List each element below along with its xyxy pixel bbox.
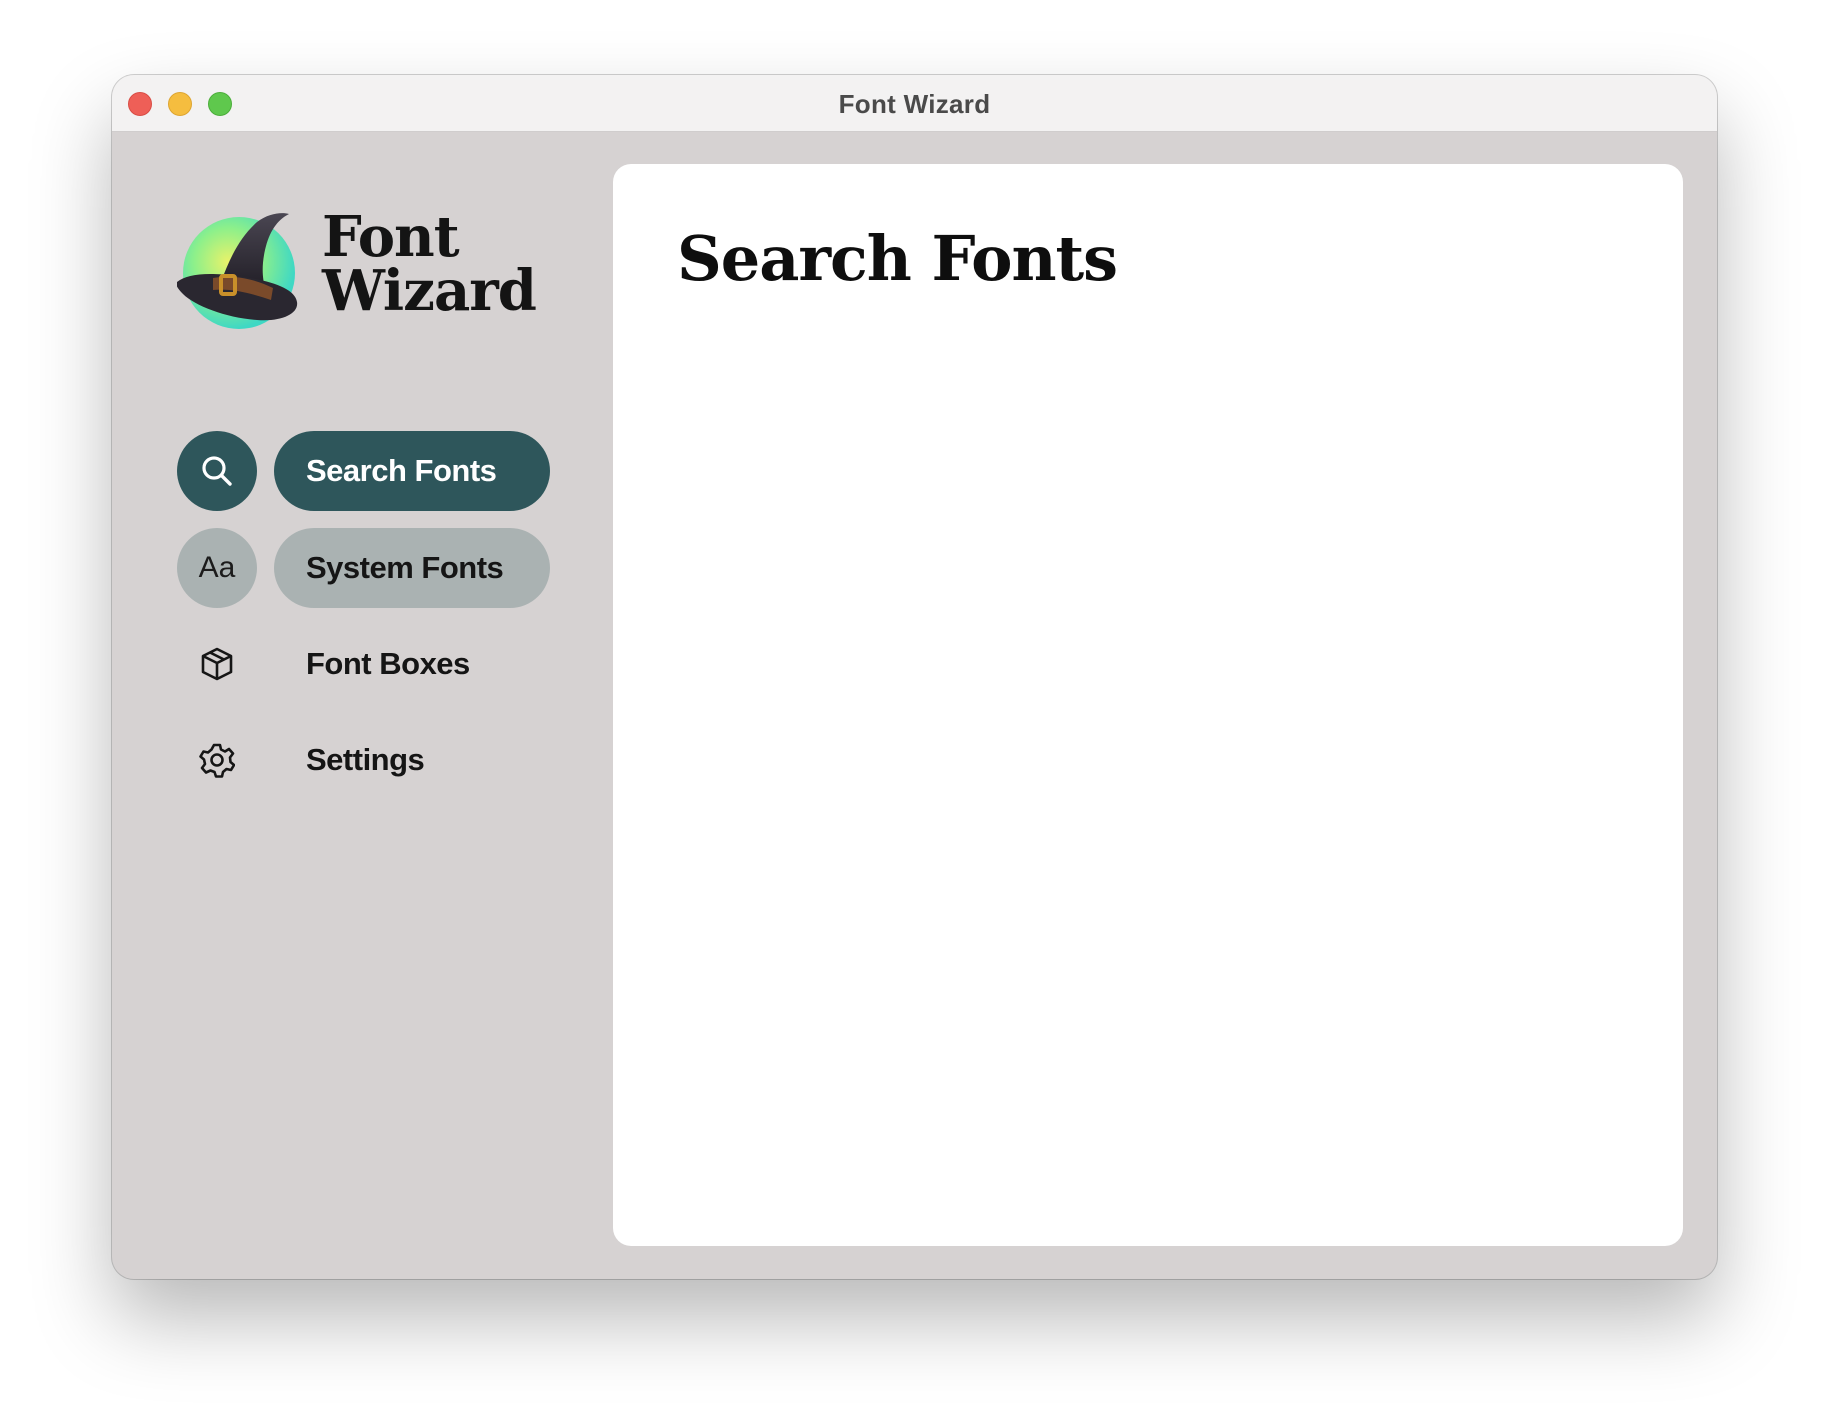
sidebar-item-label[interactable]: Settings <box>274 720 550 800</box>
sidebar-item-settings[interactable]: Settings <box>177 720 557 800</box>
sidebar-item-system-fonts[interactable]: Aa System Fonts <box>177 528 557 608</box>
logo-line-2: Wizard <box>322 258 537 324</box>
aa-text-icon-button[interactable]: Aa <box>177 528 257 608</box>
logo-line-1: Font <box>322 204 460 270</box>
gear-icon-button[interactable] <box>177 720 257 800</box>
page-title: Search Fonts <box>677 222 1118 295</box>
sidebar-item-font-boxes[interactable]: Font Boxes <box>177 624 557 704</box>
sidebar-item-label[interactable]: Font Boxes <box>274 624 550 704</box>
aa-text-icon: Aa <box>198 551 236 584</box>
wizard-hat-icon <box>177 213 298 329</box>
search-icon-button[interactable] <box>177 431 257 511</box>
title-bar: Font Wizard <box>112 75 1717 132</box>
gear-icon <box>199 743 235 778</box>
app-logo: Font Wizard <box>177 204 557 340</box>
sidebar-item-label[interactable]: System Fonts <box>274 528 550 608</box>
sidebar-item-search-fonts[interactable]: Search Fonts <box>177 431 557 511</box>
sidebar-item-label[interactable]: Search Fonts <box>274 431 550 511</box>
search-icon <box>202 456 232 486</box>
box-icon-button[interactable] <box>177 624 257 704</box>
sidebar: Font Wizard Search Fonts Aa System Fonts <box>112 132 612 1279</box>
app-window: Font Wizard Font Wizard Search Fonts Aa … <box>112 75 1717 1279</box>
box-icon <box>201 647 233 681</box>
window-title: Font Wizard <box>838 89 991 119</box>
logo-wordmark: Font Wizard <box>322 204 537 324</box>
main-content: Search Fonts <box>613 164 1683 1246</box>
